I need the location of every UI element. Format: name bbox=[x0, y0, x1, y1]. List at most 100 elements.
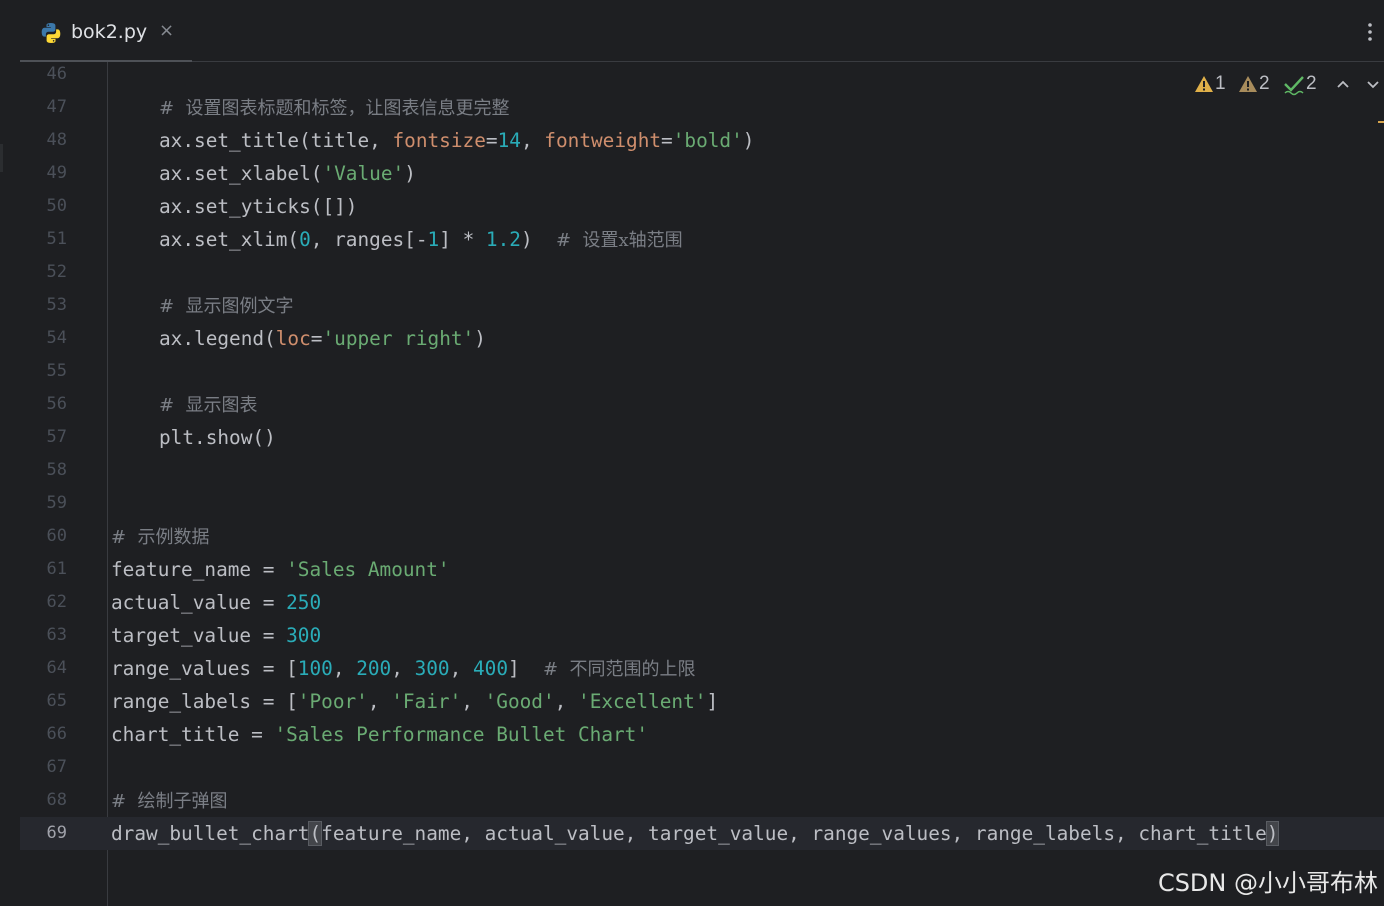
code-token: actual_value = bbox=[111, 591, 287, 614]
code-token: ax.legend( bbox=[159, 327, 276, 350]
code-line-current[interactable]: 69 draw_bullet_chart(feature_name, actual… bbox=[20, 817, 1384, 850]
code-token: ax.set_title(title, bbox=[159, 129, 393, 152]
code-token: , bbox=[554, 690, 579, 713]
code-text: # 显示图例文字 bbox=[159, 289, 294, 322]
line-number[interactable]: 47 bbox=[20, 91, 67, 124]
line-number[interactable]: 58 bbox=[20, 454, 67, 487]
code-string: 'bold' bbox=[672, 129, 743, 152]
code-text: # 绘制子弹图 bbox=[111, 784, 228, 817]
line-number[interactable]: 67 bbox=[20, 751, 67, 784]
code-token: , bbox=[461, 690, 485, 713]
inspection-widget[interactable]: 1 2 2 bbox=[1194, 72, 1384, 96]
code-token: = bbox=[310, 327, 323, 350]
chevron-down-icon[interactable] bbox=[1364, 72, 1382, 96]
code-token: ) bbox=[404, 162, 416, 185]
code-number: 100 bbox=[297, 657, 333, 680]
code-line[interactable]: 51 ax.set_xlim(0, ranges[-1] * 1.2) # 设置x… bbox=[20, 223, 1384, 256]
code-line[interactable]: 65 range_labels = ['Poor', 'Fair', 'Good'… bbox=[20, 685, 1384, 718]
line-number[interactable]: 56 bbox=[20, 388, 67, 421]
line-number[interactable]: 50 bbox=[20, 190, 67, 223]
line-number[interactable]: 69 bbox=[20, 817, 67, 850]
code-string: 'upper right' bbox=[322, 327, 475, 350]
code-comment: # 示例数据 bbox=[111, 527, 210, 548]
code-keyword-arg: fontsize bbox=[392, 129, 486, 152]
line-number[interactable]: 66 bbox=[20, 718, 67, 751]
code-line[interactable]: 64 range_values = [100, 200, 300, 400] # … bbox=[20, 652, 1384, 685]
line-number[interactable]: 57 bbox=[20, 421, 67, 454]
code-text: ax.set_xlabel('Value') bbox=[159, 157, 416, 190]
code-line[interactable]: 52 bbox=[20, 256, 1384, 289]
line-number[interactable]: 65 bbox=[20, 685, 67, 718]
code-line[interactable]: 57 plt.show() bbox=[20, 421, 1384, 454]
code-line[interactable]: 56 # 显示图表 bbox=[20, 388, 1384, 421]
code-text: ax.legend(loc='upper right') bbox=[159, 322, 486, 355]
code-comment: # 设置x轴范围 bbox=[555, 230, 683, 251]
code-string: 'Sales Amount' bbox=[286, 558, 450, 581]
code-line[interactable]: 49 ax.set_xlabel('Value') bbox=[20, 157, 1384, 190]
code-text: ax.set_yticks([]) bbox=[159, 190, 357, 223]
line-number[interactable]: 46 bbox=[20, 58, 67, 91]
code-token: ) bbox=[742, 129, 755, 152]
check-typo-icon bbox=[1283, 72, 1305, 96]
scrollbar-warning-marker[interactable] bbox=[1378, 121, 1384, 123]
code-line[interactable]: 59 bbox=[20, 487, 1384, 520]
line-number[interactable]: 54 bbox=[20, 322, 67, 355]
line-number[interactable]: 64 bbox=[20, 652, 67, 685]
code-token: , bbox=[367, 690, 392, 713]
code-token: = bbox=[661, 129, 673, 152]
line-number[interactable]: 52 bbox=[20, 256, 67, 289]
vertical-ellipsis-icon[interactable] bbox=[1360, 20, 1380, 44]
code-string: 'Good' bbox=[484, 690, 555, 713]
matched-brace: ( bbox=[308, 821, 323, 846]
code-line[interactable]: 63 target_value = 300 bbox=[20, 619, 1384, 652]
line-number[interactable]: 59 bbox=[20, 487, 67, 520]
line-number[interactable]: 68 bbox=[20, 784, 67, 817]
code-token: ] * bbox=[439, 228, 486, 251]
line-number[interactable]: 60 bbox=[20, 520, 67, 553]
line-number[interactable]: 49 bbox=[20, 157, 67, 190]
line-number[interactable]: 53 bbox=[20, 289, 67, 322]
code-line[interactable]: 53 # 显示图例文字 bbox=[20, 289, 1384, 322]
code-line[interactable]: 60 # 示例数据 bbox=[20, 520, 1384, 553]
code-text: target_value = 300 bbox=[111, 619, 321, 652]
code-line[interactable]: 61 feature_name = 'Sales Amount' bbox=[20, 553, 1384, 586]
code-text: ax.set_title(title, fontsize=14, fontwei… bbox=[159, 124, 754, 157]
code-text: plt.show() bbox=[159, 421, 276, 454]
line-number[interactable]: 61 bbox=[20, 553, 67, 586]
line-number[interactable]: 51 bbox=[20, 223, 67, 256]
code-line[interactable]: 47 # 设置图表标题和标签，让图表信息更完整 bbox=[20, 91, 1384, 124]
code-editor[interactable]: 46 47 # 设置图表标题和标签，让图表信息更完整 48 ax.set_title(t… bbox=[20, 62, 1384, 906]
line-number[interactable]: 48 bbox=[20, 124, 67, 157]
code-string: 'Sales Performance Bullet Chart' bbox=[274, 723, 649, 746]
line-number[interactable]: 63 bbox=[20, 619, 67, 652]
code-line[interactable]: 66 chart_title = 'Sales Performance Bulle… bbox=[20, 718, 1384, 751]
code-token: range_values = [ bbox=[111, 657, 298, 680]
code-line[interactable]: 55 bbox=[20, 355, 1384, 388]
code-line[interactable]: 58 bbox=[20, 454, 1384, 487]
code-line[interactable]: 50 ax.set_yticks([]) bbox=[20, 190, 1384, 223]
warning-count: 2 bbox=[1259, 73, 1270, 94]
code-token: = bbox=[485, 129, 498, 152]
code-token: ] bbox=[706, 690, 719, 713]
code-string: 'Excellent' bbox=[578, 690, 707, 713]
code-token: ax.set_xlim( bbox=[159, 228, 300, 251]
code-token: , bbox=[520, 129, 545, 152]
code-number: 300 bbox=[414, 657, 450, 680]
code-line[interactable]: 67 bbox=[20, 751, 1384, 784]
chevron-up-icon[interactable] bbox=[1334, 72, 1352, 96]
code-line[interactable]: 62 actual_value = 250 bbox=[20, 586, 1384, 619]
code-number: 400 bbox=[472, 657, 508, 680]
code-string: 'Value' bbox=[322, 162, 405, 185]
close-icon[interactable]: × bbox=[159, 19, 174, 43]
code-line[interactable]: 54 ax.legend(loc='upper right') bbox=[20, 322, 1384, 355]
editor-tab[interactable]: bok2.py × bbox=[20, 0, 192, 63]
code-token: chart_title = bbox=[111, 723, 275, 746]
tab-filename: bok2.py bbox=[71, 21, 148, 43]
code-line[interactable]: 48 ax.set_title(title, fontsize=14, fontw… bbox=[20, 124, 1384, 157]
code-line[interactable]: 68 # 绘制子弹图 bbox=[20, 784, 1384, 817]
line-number[interactable]: 55 bbox=[20, 355, 67, 388]
code-line[interactable]: 46 bbox=[20, 58, 1384, 91]
code-text: ax.set_xlim(0, ranges[-1] * 1.2) # 设置x轴范… bbox=[159, 223, 683, 256]
line-number[interactable]: 62 bbox=[20, 586, 67, 619]
code-text: feature_name = 'Sales Amount' bbox=[111, 553, 450, 586]
